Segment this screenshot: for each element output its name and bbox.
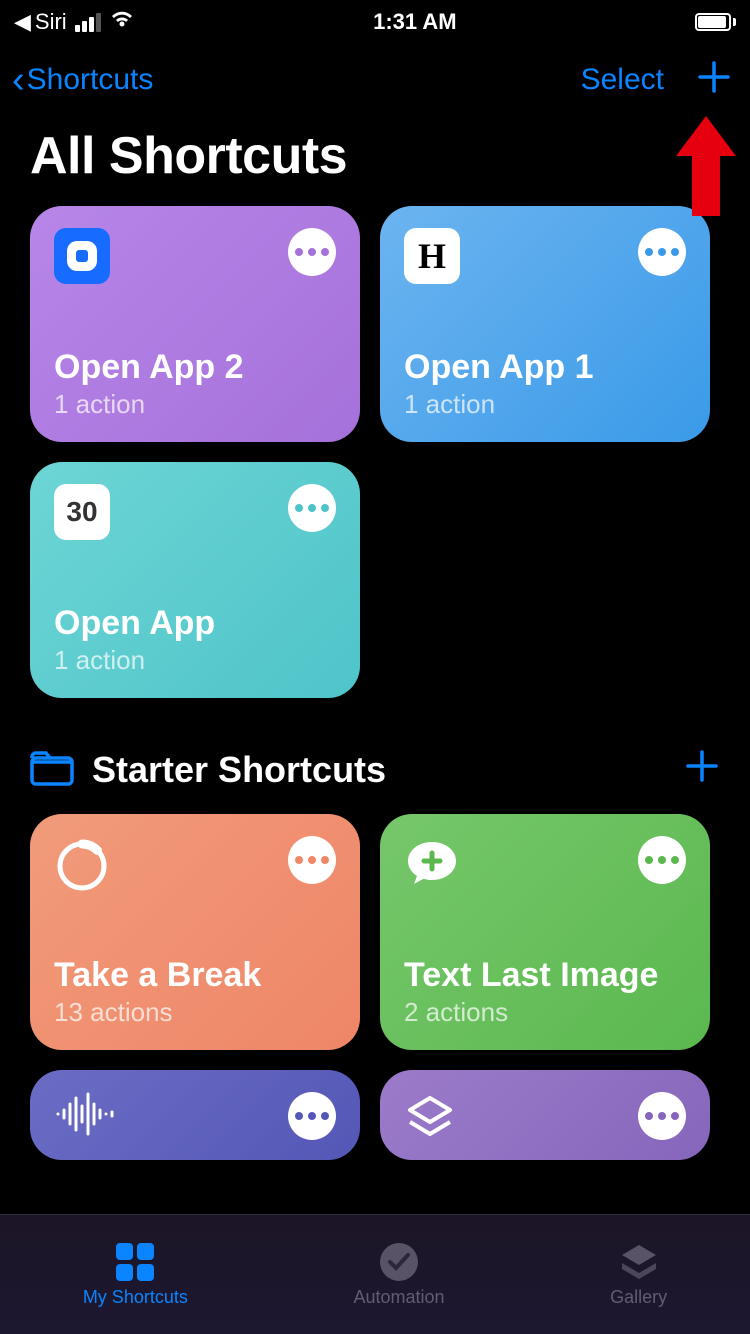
shortcut-title: Open App (54, 604, 336, 643)
ellipsis-icon (295, 248, 329, 256)
shortcut-title: Open App 1 (404, 348, 686, 387)
tab-automation[interactable]: Automation (353, 1241, 444, 1308)
more-button[interactable] (288, 484, 336, 532)
chevron-left-icon: ‹ (12, 61, 25, 99)
calendar-day: 30 (66, 498, 97, 526)
app-icon (54, 228, 110, 284)
section-title: Starter Shortcuts (92, 749, 386, 791)
status-bar: ◀ Siri 1:31 AM (0, 0, 750, 44)
back-button[interactable]: ‹ Shortcuts (12, 61, 153, 99)
annotation-arrow-icon (676, 116, 736, 221)
clock: 1:31 AM (373, 9, 457, 35)
section-header: Starter Shortcuts (0, 698, 750, 814)
message-plus-icon (404, 836, 460, 897)
shortcut-card[interactable]: H Open App 1 1 action (380, 206, 710, 442)
ellipsis-icon (645, 856, 679, 864)
cellular-signal-icon (75, 13, 101, 32)
timer-icon (54, 836, 110, 897)
layers-icon (404, 1092, 456, 1149)
tab-label: Automation (353, 1287, 444, 1308)
more-button[interactable] (638, 836, 686, 884)
back-caret-icon: ◀ (14, 9, 31, 35)
shortcut-title: Text Last Image (404, 956, 686, 995)
add-shortcut-button[interactable] (696, 59, 732, 102)
shortcut-card[interactable] (380, 1070, 710, 1160)
audio-wave-icon (54, 1092, 114, 1141)
grid-icon (112, 1241, 158, 1283)
return-app-label: Siri (35, 9, 67, 35)
more-button[interactable] (288, 1092, 336, 1140)
ellipsis-icon (295, 504, 329, 512)
shortcut-card[interactable]: Take a Break 13 actions (30, 814, 360, 1050)
battery-icon (695, 13, 736, 31)
page-title: All Shortcuts (0, 116, 750, 206)
shortcut-card[interactable]: Open App 2 1 action (30, 206, 360, 442)
ellipsis-icon (295, 856, 329, 864)
more-button[interactable] (288, 228, 336, 276)
shortcut-card[interactable] (30, 1070, 360, 1160)
shortcut-subtitle: 2 actions (404, 997, 686, 1028)
shortcut-subtitle: 13 actions (54, 997, 336, 1028)
more-button[interactable] (638, 228, 686, 276)
app-icon: H (404, 228, 460, 284)
shortcut-card[interactable]: Text Last Image 2 actions (380, 814, 710, 1050)
tab-label: Gallery (610, 1287, 667, 1308)
starter-grid: Take a Break 13 actions Text Last Image … (0, 814, 750, 1160)
wifi-icon (109, 9, 135, 35)
checkmark-circle-icon (376, 1241, 422, 1283)
select-button[interactable]: Select (581, 63, 664, 97)
shortcut-subtitle: 1 action (404, 389, 686, 420)
shortcut-title: Take a Break (54, 956, 336, 995)
folder-icon (30, 750, 74, 791)
tab-label: My Shortcuts (83, 1287, 188, 1308)
shortcut-subtitle: 1 action (54, 645, 336, 676)
tab-my-shortcuts[interactable]: My Shortcuts (83, 1241, 188, 1308)
more-button[interactable] (288, 836, 336, 884)
more-button[interactable] (638, 1092, 686, 1140)
shortcut-title: Open App 2 (54, 348, 336, 387)
shortcuts-grid: Open App 2 1 action H Open App 1 1 actio… (0, 206, 750, 698)
ellipsis-icon (645, 1112, 679, 1120)
shortcut-card[interactable]: 30 Open App 1 action (30, 462, 360, 698)
stack-icon (616, 1241, 662, 1283)
shortcut-subtitle: 1 action (54, 389, 336, 420)
tab-gallery[interactable]: Gallery (610, 1241, 667, 1308)
back-label: Shortcuts (27, 63, 154, 97)
tab-bar: My Shortcuts Automation Gallery (0, 1214, 750, 1334)
ellipsis-icon (295, 1112, 329, 1120)
ellipsis-icon (645, 248, 679, 256)
nav-bar: ‹ Shortcuts Select (0, 44, 750, 116)
calendar-app-icon: 30 (54, 484, 110, 540)
add-to-section-button[interactable] (684, 746, 720, 794)
return-to-app[interactable]: ◀ Siri (14, 9, 67, 35)
